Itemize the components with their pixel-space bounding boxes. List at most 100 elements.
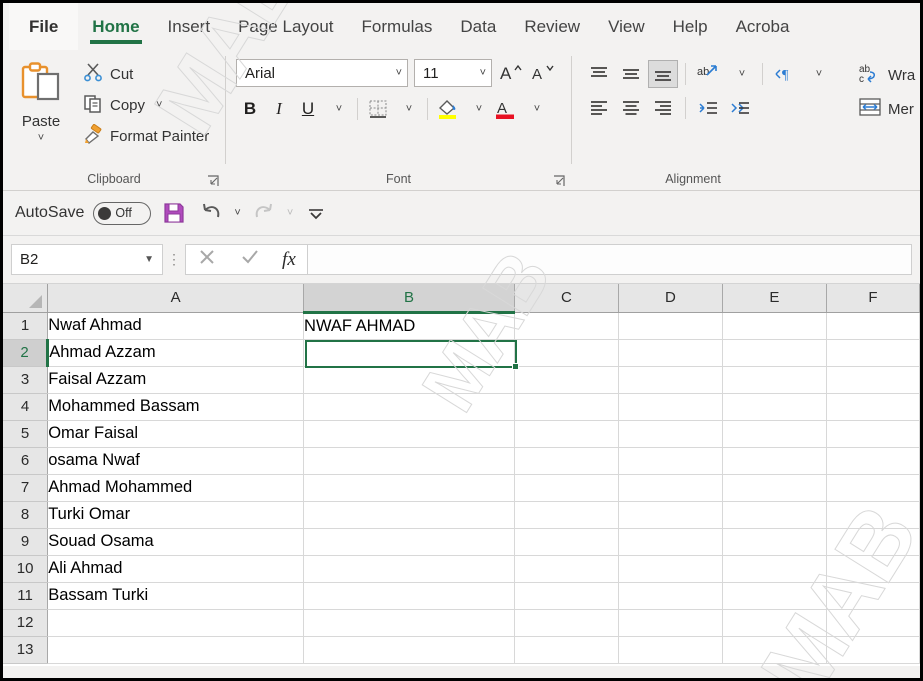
bold-button[interactable]: B — [236, 95, 264, 123]
cell-c13[interactable] — [514, 636, 619, 664]
font-size-combobox[interactable]: 11 ˅ — [414, 59, 492, 87]
column-header-b[interactable]: B — [303, 284, 515, 314]
cell-f8[interactable] — [826, 501, 920, 529]
row-header-11[interactable]: 11 — [3, 582, 49, 610]
tab-help[interactable]: Help — [659, 3, 722, 50]
merge-center-button[interactable]: Mer — [858, 96, 915, 122]
cell-d11[interactable] — [618, 582, 723, 610]
undo-chevron-down-icon[interactable]: ˅ — [234, 207, 240, 219]
row-header-7[interactable]: 7 — [3, 474, 49, 502]
tab-data[interactable]: Data — [446, 3, 510, 50]
borders-chevron-down-icon[interactable]: ˅ — [393, 95, 421, 123]
cell-e12[interactable] — [722, 609, 827, 637]
cell-e4[interactable] — [722, 393, 827, 421]
cell-e5[interactable] — [722, 420, 827, 448]
tab-home[interactable]: Home — [78, 3, 153, 50]
row-header-4[interactable]: 4 — [3, 393, 49, 421]
redo-chevron-down-icon[interactable]: ˅ — [287, 207, 293, 219]
cell-a8[interactable]: Turki Omar — [47, 501, 305, 529]
row-header-5[interactable]: 5 — [3, 420, 49, 448]
cell-f4[interactable] — [826, 393, 920, 421]
clipboard-dialog-launcher-icon[interactable] — [207, 175, 219, 187]
cell-f7[interactable] — [826, 474, 920, 502]
cell-f2[interactable] — [826, 339, 920, 367]
cell-d4[interactable] — [618, 393, 723, 421]
save-icon[interactable] — [160, 199, 188, 227]
row-header-1[interactable]: 1 — [3, 312, 49, 340]
cell-b8[interactable] — [303, 501, 515, 529]
cell-c8[interactable] — [514, 501, 619, 529]
align-left-button[interactable] — [584, 94, 614, 122]
increase-font-size-button[interactable]: A — [498, 59, 524, 87]
cell-d1[interactable] — [618, 312, 723, 340]
paste-chevron-down-icon[interactable]: ˅ — [38, 133, 44, 144]
cell-a2[interactable]: Ahmad Azzam — [47, 339, 305, 367]
cell-b11[interactable] — [303, 582, 515, 610]
cell-f6[interactable] — [826, 447, 920, 475]
decrease-indent-button[interactable] — [693, 94, 723, 122]
cut-button[interactable]: Cut — [79, 61, 213, 87]
font-name-chevron-down-icon[interactable]: ˅ — [396, 67, 402, 79]
cell-b6[interactable] — [303, 447, 515, 475]
enter-icon[interactable] — [240, 247, 260, 272]
cell-b9[interactable] — [303, 528, 515, 556]
italic-button[interactable]: I — [265, 95, 293, 123]
cell-b2[interactable] — [303, 339, 515, 367]
name-box[interactable]: B2 ▼ — [11, 244, 163, 275]
format-painter-button[interactable]: Format Painter — [79, 123, 213, 149]
cell-a11[interactable]: Bassam Turki — [47, 582, 305, 610]
cell-a5[interactable]: Omar Faisal — [47, 420, 305, 448]
fill-color-chevron-down-icon[interactable]: ˅ — [463, 95, 491, 123]
cell-c5[interactable] — [514, 420, 619, 448]
cell-c3[interactable] — [514, 366, 619, 394]
fill-handle[interactable] — [512, 363, 519, 370]
cell-a1[interactable]: Nwaf Ahmad — [47, 312, 305, 340]
insert-function-icon[interactable]: fx — [282, 249, 296, 271]
fill-color-button[interactable] — [434, 95, 462, 123]
cell-e2[interactable] — [722, 339, 827, 367]
cell-c10[interactable] — [514, 555, 619, 583]
cell-a7[interactable]: Ahmad Mohammed — [47, 474, 305, 502]
row-header-13[interactable]: 13 — [3, 636, 49, 664]
formula-input[interactable] — [307, 244, 912, 275]
cell-f1[interactable] — [826, 312, 920, 340]
cell-e11[interactable] — [722, 582, 827, 610]
cell-f10[interactable] — [826, 555, 920, 583]
tab-formulas[interactable]: Formulas — [348, 3, 447, 50]
cell-e7[interactable] — [722, 474, 827, 502]
cell-c4[interactable] — [514, 393, 619, 421]
copy-button[interactable]: Copy ˅ — [79, 92, 213, 118]
cell-f11[interactable] — [826, 582, 920, 610]
copy-chevron-down-icon[interactable]: ˅ — [156, 99, 162, 111]
cell-e3[interactable] — [722, 366, 827, 394]
align-right-button[interactable] — [648, 94, 678, 122]
orientation-chevron-down-icon[interactable]: ˅ — [725, 60, 755, 88]
column-header-e[interactable]: E — [722, 284, 827, 313]
cell-e9[interactable] — [722, 528, 827, 556]
increase-indent-button[interactable] — [725, 94, 755, 122]
cell-e8[interactable] — [722, 501, 827, 529]
autosave-toggle[interactable]: Off — [93, 201, 152, 225]
cell-b13[interactable] — [303, 636, 515, 664]
cell-a10[interactable]: Ali Ahmad — [47, 555, 305, 583]
cell-a3[interactable]: Faisal Azzam — [47, 366, 305, 394]
cell-f9[interactable] — [826, 528, 920, 556]
select-all-corner[interactable] — [3, 284, 49, 313]
underline-chevron-down-icon[interactable]: ˅ — [323, 95, 351, 123]
font-color-chevron-down-icon[interactable]: ˅ — [521, 95, 549, 123]
cell-e10[interactable] — [722, 555, 827, 583]
cell-d12[interactable] — [618, 609, 723, 637]
paste-button[interactable]: Paste ˅ — [3, 56, 79, 144]
cell-d8[interactable] — [618, 501, 723, 529]
customize-qat-icon[interactable] — [302, 199, 330, 227]
cell-b5[interactable] — [303, 420, 515, 448]
tab-acrobat[interactable]: Acroba — [722, 3, 804, 50]
cell-a12[interactable] — [47, 609, 305, 637]
tab-review[interactable]: Review — [510, 3, 594, 50]
cell-d9[interactable] — [618, 528, 723, 556]
row-header-6[interactable]: 6 — [3, 447, 49, 475]
column-header-c[interactable]: C — [514, 284, 619, 313]
tab-insert[interactable]: Insert — [154, 3, 225, 50]
row-header-3[interactable]: 3 — [3, 366, 49, 394]
wrap-text-button[interactable]: ab c Wra — [858, 62, 915, 88]
